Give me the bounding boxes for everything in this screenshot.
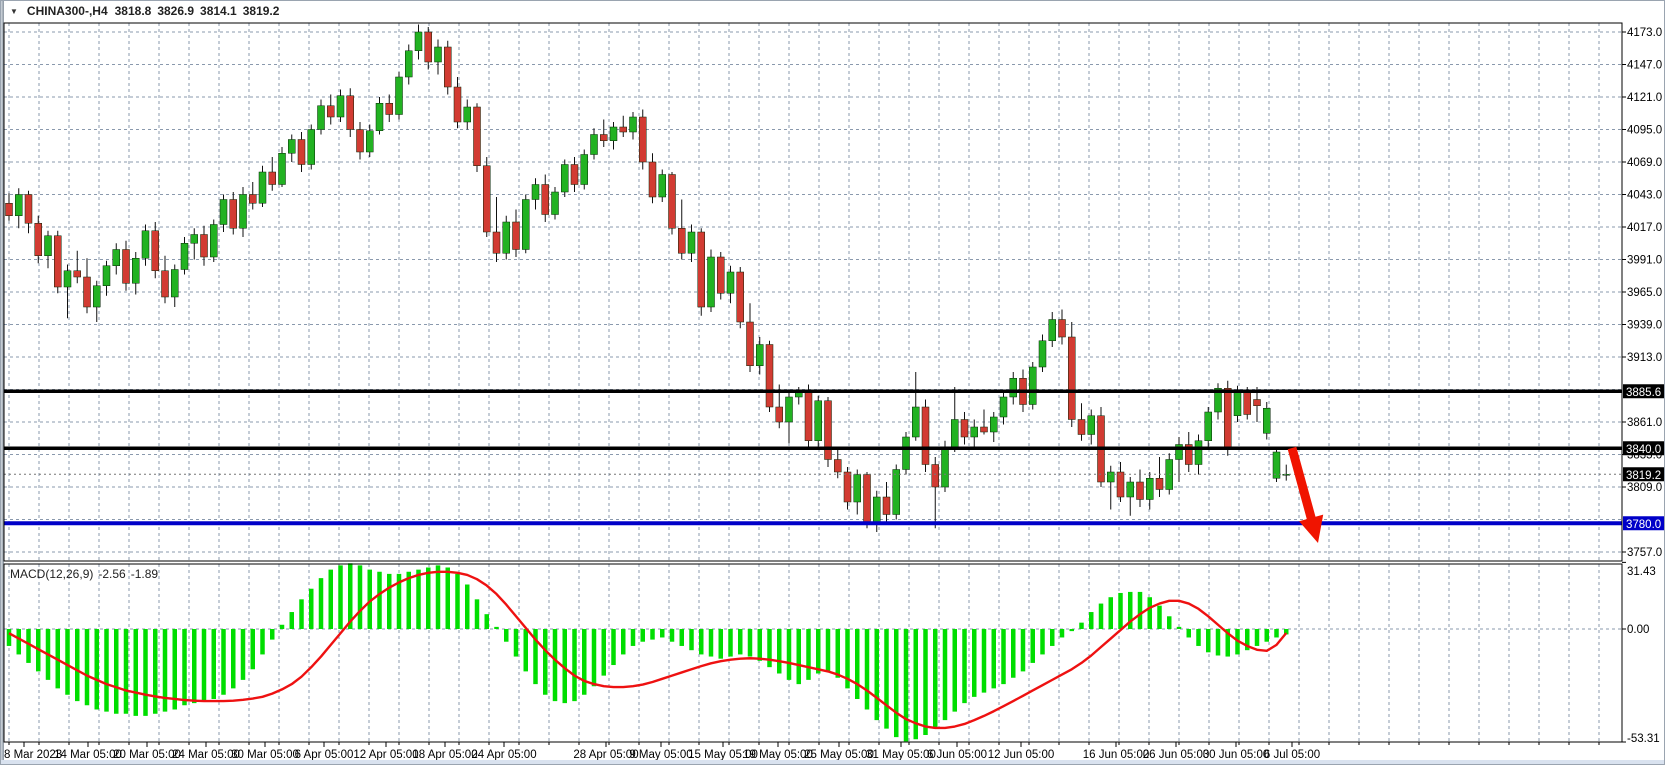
svg-text:3913.0: 3913.0 [1627,352,1662,364]
macd-signal-value: -1.89 [130,567,159,581]
svg-text:4017.0: 4017.0 [1627,222,1662,234]
macd-signal-line [8,570,1288,730]
svg-text:31.43: 31.43 [1627,566,1656,578]
svg-text:4173.0: 4173.0 [1627,27,1662,39]
ohlc-readout: 3818.8 3826.9 3814.1 3819.2 [115,4,280,18]
svg-text:4069.0: 4069.0 [1627,157,1662,169]
svg-text:4043.0: 4043.0 [1627,190,1662,202]
svg-text:3861.0: 3861.0 [1627,417,1662,429]
panel-borders [3,22,1623,743]
svg-text:3780.0: 3780.0 [1626,519,1661,531]
horizontal-level-lines [4,389,1622,526]
svg-text:4147.0: 4147.0 [1627,60,1662,72]
chart-window: 4173.0 4147.0 4121.0 4095.0 4069.0 4043.0 4017… [0,0,1665,765]
svg-text:3885.6: 3885.6 [1626,387,1661,399]
svg-text:0.00: 0.00 [1627,624,1649,636]
svg-text:3991.0: 3991.0 [1627,255,1662,267]
svg-text:3939.0: 3939.0 [1627,320,1662,332]
svg-text:3819.2: 3819.2 [1626,470,1661,482]
window-bottom-strip [1,760,1664,764]
macd-name: MACD(12,26,9) [10,567,94,581]
svg-text:3965.0: 3965.0 [1627,287,1662,299]
down-arrow-annotation[interactable] [1287,446,1324,543]
svg-text:4121.0: 4121.0 [1627,92,1662,104]
macd-indicator-label: MACD(12,26,9) -2.56 -1.89 [10,567,158,581]
macd-main-value: -2.56 [98,567,126,581]
macd-axis: 31.43 0.00 -53.31 [1622,561,1660,745]
symbol-dropdown-icon[interactable]: ▼ [10,7,18,16]
svg-text:3840.0: 3840.0 [1626,444,1661,456]
open-value: 3818.8 [114,4,152,18]
chart-canvas[interactable]: 4173.0 4147.0 4121.0 4095.0 4069.0 4043.0 4017… [1,1,1665,765]
grid-lines [4,23,1622,742]
svg-text:3757.0: 3757.0 [1627,547,1662,559]
svg-text:3809.0: 3809.0 [1627,482,1662,494]
high-value: 3826.9 [157,4,195,18]
svg-text:4095.0: 4095.0 [1627,125,1662,137]
symbol-timeframe-label: CHINA300-,H4 [26,4,108,18]
svg-text:-53.31: -53.31 [1627,733,1660,745]
symbol-info: ▼ CHINA300-,H4 3818.8 3826.9 3814.1 3819.2 [10,4,279,18]
candlestick-series [5,24,1290,532]
time-axis: 8 Mar 202314 Mar 05:0020 Mar 05:0024 Mar… [4,742,1600,761]
low-value: 3814.1 [200,4,237,18]
close-value: 3819.2 [242,4,280,18]
